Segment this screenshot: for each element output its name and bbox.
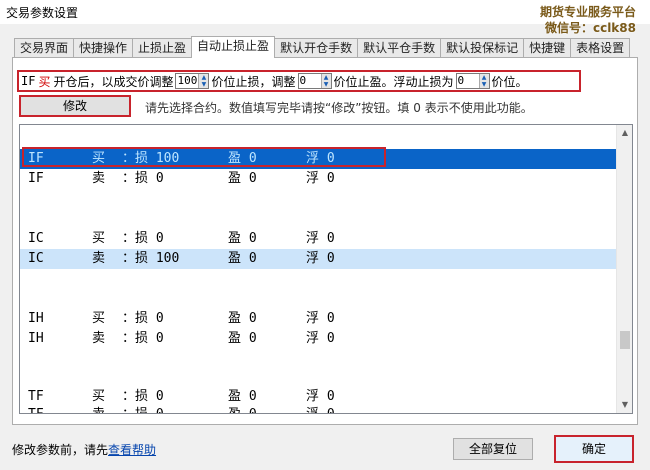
tab-auto-stop[interactable]: 自动止损止盈 — [191, 36, 276, 58]
contract-list[interactable]: IF 买 ：损 100 盈 0 浮 0 IF 卖 ：损 0 盈 0 浮 0 IC… — [19, 124, 633, 414]
settings-panel: IF 买 开仓后，以成交价调整 100 ▲ ▼ 价位止损，调整 0 ▲ ▼ 价位止盈… — [12, 57, 638, 425]
row-loss: ：损 100 — [122, 251, 180, 266]
list-row[interactable]: TF 买 ：损 0 盈 0 浮 0 — [20, 387, 617, 407]
watermark-line2: 微信号：cclk88 — [544, 21, 636, 35]
row-loss: ：损 0 — [122, 171, 164, 186]
direction-label: 买 — [38, 74, 51, 89]
hint-text: 请先选择合约。数值填写完毕请按“修改”按钮。填 0 表示不使用此功能。 — [145, 101, 533, 115]
spin-down-icon[interactable]: ▼ — [480, 81, 489, 88]
selected-row-highlight — [22, 147, 386, 167]
tab-trade-ui[interactable]: 交易界面 — [14, 38, 75, 58]
param-text-4: 价位。 — [491, 74, 528, 89]
row-loss: ：损 0 — [122, 331, 164, 346]
tab-bar: 交易界面 快捷操作 止损止盈 自动止损止盈 默认开仓手数 默认平仓手数 默认投保… — [14, 36, 631, 58]
list-row[interactable]: IC 买 ：损 0 盈 0 浮 0 — [20, 229, 617, 249]
spin-up-icon[interactable]: ▲ — [480, 74, 489, 81]
row-float: 浮 0 — [306, 331, 335, 346]
row-contract: IC — [28, 231, 44, 246]
param-text-1: 开仓后，以成交价调整 — [53, 74, 174, 89]
list-row[interactable]: IC 卖 ：损 100 盈 0 浮 0 — [20, 249, 617, 269]
row-loss: ：损 0 — [122, 311, 164, 326]
row-profit: 盈 0 — [228, 389, 257, 404]
title-bar: 交易参数设置 期货专业服务平台 微信号：cclk88 — [0, 0, 650, 35]
float-stop-input[interactable]: 0 — [457, 74, 479, 88]
param-text-2: 价位止损，调整 — [211, 74, 296, 89]
row-profit: 盈 0 — [228, 171, 257, 186]
footer-prefix: 修改参数前，请先 — [12, 443, 109, 457]
row-float: 浮 0 — [306, 251, 335, 266]
spin-up-icon[interactable]: ▲ — [199, 74, 208, 81]
list-content: IF 买 ：损 100 盈 0 浮 0 IF 卖 ：损 0 盈 0 浮 0 IC… — [20, 125, 617, 413]
ok-button[interactable]: 确定 — [554, 435, 634, 463]
row-float: 浮 0 — [306, 171, 335, 186]
reset-all-button[interactable]: 全部复位 — [453, 438, 533, 460]
row-contract: IF — [28, 171, 44, 186]
spin-up-icon[interactable]: ▲ — [322, 74, 331, 81]
list-row[interactable]: TF 卖 ：损 0 盈 0 浮 0 — [20, 405, 617, 413]
footer-hint: 修改参数前，请先查看帮助 — [12, 441, 156, 458]
row-float: 浮 0 — [306, 389, 335, 404]
param-text-3: 价位止盈。浮动止损为 — [333, 74, 454, 89]
row-direction: 卖 — [92, 171, 106, 186]
row-contract: IH — [28, 311, 44, 326]
row-direction: 卖 — [92, 251, 106, 266]
row-float: 浮 0 — [306, 311, 335, 326]
row-profit: 盈 0 — [228, 331, 257, 346]
window-title: 交易参数设置 — [6, 6, 79, 20]
float-stop-stepper[interactable]: 0 ▲ ▼ — [455, 73, 490, 89]
row-profit: 盈 0 — [228, 251, 257, 266]
row-profit: 盈 0 — [228, 405, 257, 413]
row-contract: TF — [28, 389, 44, 404]
row-contract: TF — [28, 405, 44, 413]
tab-default-close-lots[interactable]: 默认平仓手数 — [357, 38, 442, 58]
tab-default-hedge-flag[interactable]: 默认投保标记 — [440, 38, 525, 58]
row-float: 浮 0 — [306, 231, 335, 246]
spin-down-icon[interactable]: ▼ — [322, 81, 331, 88]
tab-default-open-lots[interactable]: 默认开仓手数 — [274, 38, 359, 58]
watermark-line1: 期货专业服务平台 — [539, 5, 636, 19]
tab-table-settings[interactable]: 表格设置 — [570, 38, 631, 58]
tab-stop-loss[interactable]: 止损止盈 — [132, 38, 193, 58]
scroll-thumb[interactable] — [620, 331, 630, 349]
profit-adjust-input[interactable]: 0 — [299, 74, 321, 88]
row-float: 浮 0 — [306, 405, 335, 413]
param-row: IF 买 开仓后，以成交价调整 100 ▲ ▼ 价位止损，调整 0 ▲ ▼ 价位止盈… — [17, 70, 581, 92]
list-row[interactable]: IF 卖 ：损 0 盈 0 浮 0 — [20, 169, 617, 189]
row-direction: 买 — [92, 389, 106, 404]
vertical-scrollbar[interactable]: ▲ ▼ — [616, 125, 632, 413]
help-link[interactable]: 查看帮助 — [108, 443, 156, 457]
row-direction: 卖 — [92, 405, 105, 413]
row-profit: 盈 0 — [228, 231, 257, 246]
row-contract: IH — [28, 331, 44, 346]
row-loss: ：损 0 — [122, 231, 164, 246]
row-loss: ：损 0 — [122, 405, 164, 413]
watermark: 期货专业服务平台 微信号：cclk88 — [540, 4, 636, 36]
list-row[interactable]: IH 卖 ：损 0 盈 0 浮 0 — [20, 329, 617, 349]
row-profit: 盈 0 — [228, 311, 257, 326]
contract-label: IF — [21, 74, 36, 88]
scroll-up-icon[interactable]: ▲ — [617, 125, 632, 141]
row-direction: 卖 — [92, 331, 106, 346]
modify-button[interactable]: 修改 — [19, 95, 131, 117]
profit-adjust-stepper[interactable]: 0 ▲ ▼ — [297, 73, 332, 89]
row-direction: 买 — [92, 311, 106, 326]
list-row[interactable]: IH 买 ：损 0 盈 0 浮 0 — [20, 309, 617, 329]
tab-hotkeys[interactable]: 快捷键 — [523, 38, 572, 58]
scroll-down-icon[interactable]: ▼ — [617, 397, 632, 413]
price-adjust-stepper[interactable]: 100 ▲ ▼ — [175, 73, 210, 89]
tab-quick-ops[interactable]: 快捷操作 — [73, 38, 134, 58]
price-adjust-input[interactable]: 100 — [176, 74, 198, 88]
row-loss: ：损 0 — [122, 389, 164, 404]
row-direction: 买 — [92, 231, 106, 246]
spin-down-icon[interactable]: ▼ — [199, 81, 208, 88]
row-contract: IC — [28, 251, 44, 266]
